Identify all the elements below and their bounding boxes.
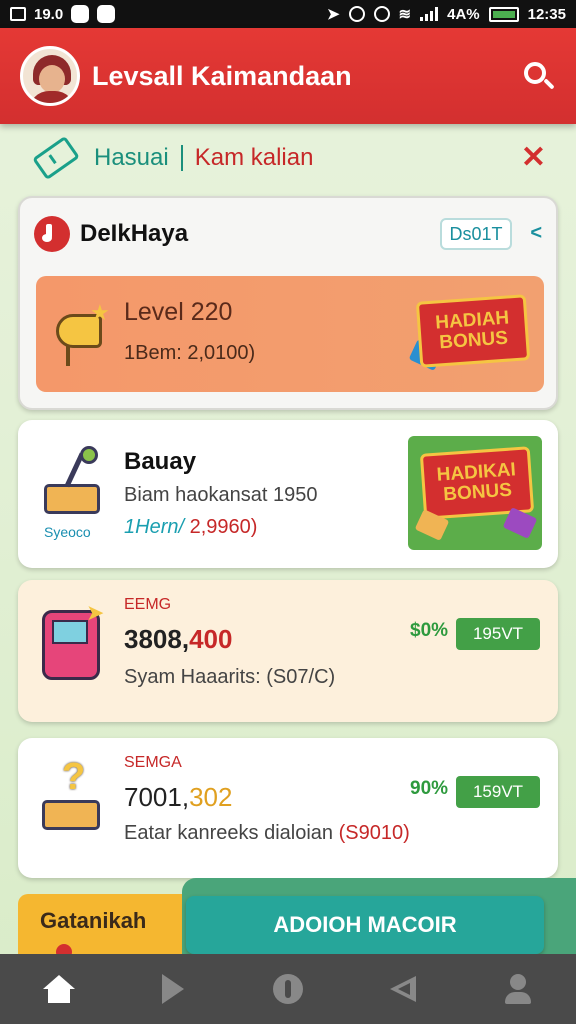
item-price: 1Hern/ 2,9960) bbox=[124, 516, 258, 538]
search-icon[interactable] bbox=[520, 58, 556, 94]
item-title: Bauay bbox=[124, 448, 197, 475]
banner-title: Level 220 bbox=[124, 298, 233, 326]
gallery-notification-icon bbox=[10, 7, 26, 21]
app-notification-icon bbox=[71, 5, 90, 23]
tab-hasuai[interactable]: Hasuai bbox=[94, 144, 169, 172]
list-item[interactable]: ? SEMGA 7001,302 Eatar kanreeks dialoian… bbox=[18, 738, 558, 878]
chat-notification-icon bbox=[97, 5, 116, 23]
primary-action-button[interactable]: ADOIOH MACOIR bbox=[186, 896, 544, 954]
discount-percent: $0% bbox=[410, 620, 449, 641]
alarm-icon bbox=[373, 6, 390, 22]
battery-icon bbox=[488, 6, 519, 22]
item-description: Eatar kanreeks dialoian (S9010) bbox=[124, 822, 410, 844]
level-banner[interactable]: ★ Level 220 1Bem: 2,0100) HADIAH BONUS bbox=[36, 276, 544, 392]
joystick-box-icon bbox=[42, 444, 112, 520]
nav-profile[interactable] bbox=[490, 961, 546, 1017]
nav-home[interactable] bbox=[30, 961, 86, 1017]
ticket-icon bbox=[32, 135, 80, 181]
bonus-badge: HADIAH BONUS bbox=[415, 294, 531, 368]
tab-divider bbox=[180, 145, 183, 171]
banner-subtitle: 1Bem: 2,0100) bbox=[124, 342, 256, 364]
nav-forward[interactable] bbox=[145, 961, 201, 1017]
item-description: Biam haokansat 1950 bbox=[124, 484, 318, 506]
item-label: EEMG bbox=[124, 596, 172, 613]
close-icon[interactable]: ✕ bbox=[521, 143, 546, 173]
bonus-promo-image[interactable]: HADIKAI BONUS bbox=[408, 436, 542, 550]
status-time-left: 19.0 bbox=[34, 5, 64, 23]
featured-card-title: DeIkHaya bbox=[80, 220, 189, 247]
cannon-icon: ★ bbox=[52, 300, 110, 366]
featured-card: DeIkHaya Ds01T < ★ Level 220 1Bem: 2,010… bbox=[18, 196, 558, 410]
avatar[interactable] bbox=[20, 46, 80, 106]
item-amount: 7001,302 bbox=[124, 782, 233, 812]
chevron-left-icon[interactable]: < bbox=[530, 222, 542, 245]
arcade-machine-icon: ➤ bbox=[38, 600, 110, 684]
tabs-row: Hasuai Kam kalian ✕ bbox=[28, 134, 552, 182]
buy-button[interactable]: 159VT bbox=[456, 776, 540, 808]
bottom-nav bbox=[0, 954, 576, 1024]
nav-back[interactable] bbox=[375, 961, 431, 1017]
status-bar: 19.0 ➤ ≋ 4A% 12:35 bbox=[0, 0, 576, 28]
item-description: Syam Haaarits: (S07/C) bbox=[124, 666, 336, 688]
sync-icon bbox=[348, 6, 365, 22]
home-icon bbox=[42, 975, 75, 1003]
list-item[interactable]: ➤ EEMG 3808,400 Syam Haaarits: (S07/C) $… bbox=[18, 580, 558, 722]
status-time-right: 12:35 bbox=[527, 5, 566, 23]
page-title: Levsall Kaimandaan bbox=[92, 60, 352, 91]
item-amount: 3808,400 bbox=[124, 624, 233, 654]
music-icon bbox=[272, 974, 303, 1004]
back-icon bbox=[388, 974, 418, 1004]
signal-icon bbox=[420, 7, 439, 21]
buy-button[interactable]: 195VT bbox=[456, 618, 540, 650]
wifi-icon: ≋ bbox=[398, 6, 412, 23]
mystery-box-icon: ? bbox=[42, 756, 108, 836]
featured-filter-pill[interactable]: Ds01T bbox=[440, 218, 512, 250]
app-header: Levsall Kaimandaan bbox=[0, 28, 576, 124]
location-icon: ➤ bbox=[326, 6, 340, 23]
tab-kam-kalian[interactable]: Kam kalian bbox=[195, 144, 314, 172]
item-label: SEMGA bbox=[124, 754, 182, 771]
music-note-icon bbox=[34, 216, 70, 252]
category-tab-label: Gatanikah bbox=[40, 908, 147, 933]
battery-percent: 4A% bbox=[447, 5, 480, 23]
nav-music[interactable] bbox=[260, 961, 316, 1017]
list-item[interactable]: Syeoco Bauay Biam haokansat 1950 1Hern/ … bbox=[18, 420, 558, 568]
discount-percent: 90% bbox=[410, 778, 449, 799]
item-caption: Syeoco bbox=[44, 524, 91, 540]
user-icon bbox=[503, 974, 533, 1004]
forward-icon bbox=[161, 974, 184, 1004]
